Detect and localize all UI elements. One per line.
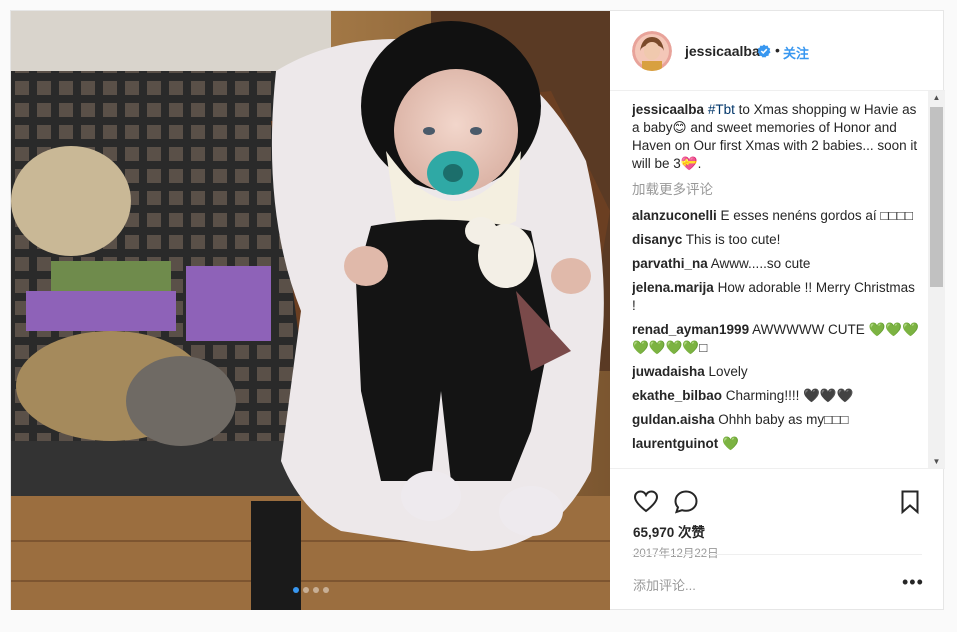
comment-item: parvathi_na Awww.....so cute (632, 255, 922, 273)
divider (632, 554, 922, 555)
carousel-dot[interactable] (312, 587, 319, 593)
caption-username[interactable]: jessicaalba (632, 102, 704, 117)
comment-item: laurentguinot 💚 (632, 435, 922, 453)
comment-username[interactable]: juwadaisha (632, 364, 705, 379)
caption-hashtag[interactable]: #Tbt (708, 102, 735, 117)
carousel-dot[interactable] (322, 587, 329, 593)
carousel-dot[interactable] (302, 587, 309, 593)
comment-item: disanyc This is too cute! (632, 231, 922, 249)
more-options-icon[interactable]: ••• (902, 573, 924, 591)
post-frame: jessicaalba • 关注 jessicaalba #Tbt to Xma… (10, 10, 945, 610)
carousel-dot[interactable] (292, 587, 299, 593)
comment-text: E esses nenéns gordos aí □□□□ (720, 208, 914, 223)
scroll-up-arrow-icon[interactable]: ▲ (928, 91, 945, 104)
post-header: jessicaalba • 关注 (610, 11, 945, 91)
comment-username[interactable]: renad_ayman1999 (632, 322, 749, 337)
likes-count[interactable]: 65,970 次赞 (633, 521, 705, 541)
comment-text: Ohhh baby as my□□□ (718, 412, 849, 427)
comment-item: ekathe_bilbao Charming!!!! 🖤🖤🖤 (632, 387, 922, 405)
caption: jessicaalba #Tbt to Xmas shopping w Havi… (632, 101, 922, 173)
comment-username[interactable]: alanzuconelli (632, 208, 717, 223)
comment-username[interactable]: disanyc (632, 232, 682, 247)
header-username[interactable]: jessicaalba (685, 43, 760, 59)
comment-item: renad_ayman1999 AWWWWW CUTE 💚💚💚💚💚💚💚□ (632, 321, 922, 357)
comments-list[interactable]: jessicaalba #Tbt to Xmas shopping w Havi… (632, 101, 922, 467)
scroll-down-arrow-icon[interactable]: ▼ (928, 455, 945, 468)
comment-item: jelena.marija How adorable !! Merry Chri… (632, 279, 922, 315)
post-date[interactable]: 2017年12月22日 (633, 545, 719, 561)
load-more-comments-button[interactable]: 加载更多评论 (632, 181, 922, 199)
post-sidebar: jessicaalba • 关注 jessicaalba #Tbt to Xma… (610, 11, 945, 610)
scrollbar-thumb[interactable] (930, 107, 943, 287)
comment-text: Lovely (708, 364, 748, 379)
comment-username[interactable]: laurentguinot (632, 436, 718, 451)
avatar[interactable] (632, 31, 672, 71)
baby-in-cart-photo (11, 11, 610, 610)
post-actions: 65,970 次赞 2017年12月22日 (610, 468, 945, 560)
verified-badge-icon (757, 44, 771, 58)
carousel-indicator[interactable] (11, 580, 610, 596)
add-comment-input[interactable]: 添加评论... (633, 575, 696, 594)
comment-text: This is too cute! (685, 232, 781, 247)
comment-text: 💚 (722, 436, 739, 451)
comments-scrollbar[interactable]: ▲ ▼ (928, 91, 945, 468)
comment-item: guldan.aisha Ohhh baby as my□□□ (632, 411, 922, 429)
comment-item: alanzuconelli E esses nenéns gordos aí □… (632, 207, 922, 225)
header-separator: • (775, 42, 780, 58)
comment-text: Charming!!!! 🖤🖤🖤 (725, 388, 854, 403)
bookmark-icon[interactable] (897, 489, 923, 515)
heart-icon[interactable] (633, 489, 659, 515)
speech-bubble-icon[interactable] (673, 489, 699, 515)
comment-username[interactable]: jelena.marija (632, 280, 714, 295)
comment-text: Awww.....so cute (710, 256, 811, 271)
post-photo[interactable] (11, 11, 610, 610)
comment-item: juwadaisha Lovely (632, 363, 922, 381)
comment-username[interactable]: ekathe_bilbao (632, 388, 722, 403)
follow-button[interactable]: 关注 (783, 43, 809, 62)
comment-username[interactable]: guldan.aisha (632, 412, 715, 427)
comment-username[interactable]: parvathi_na (632, 256, 708, 271)
